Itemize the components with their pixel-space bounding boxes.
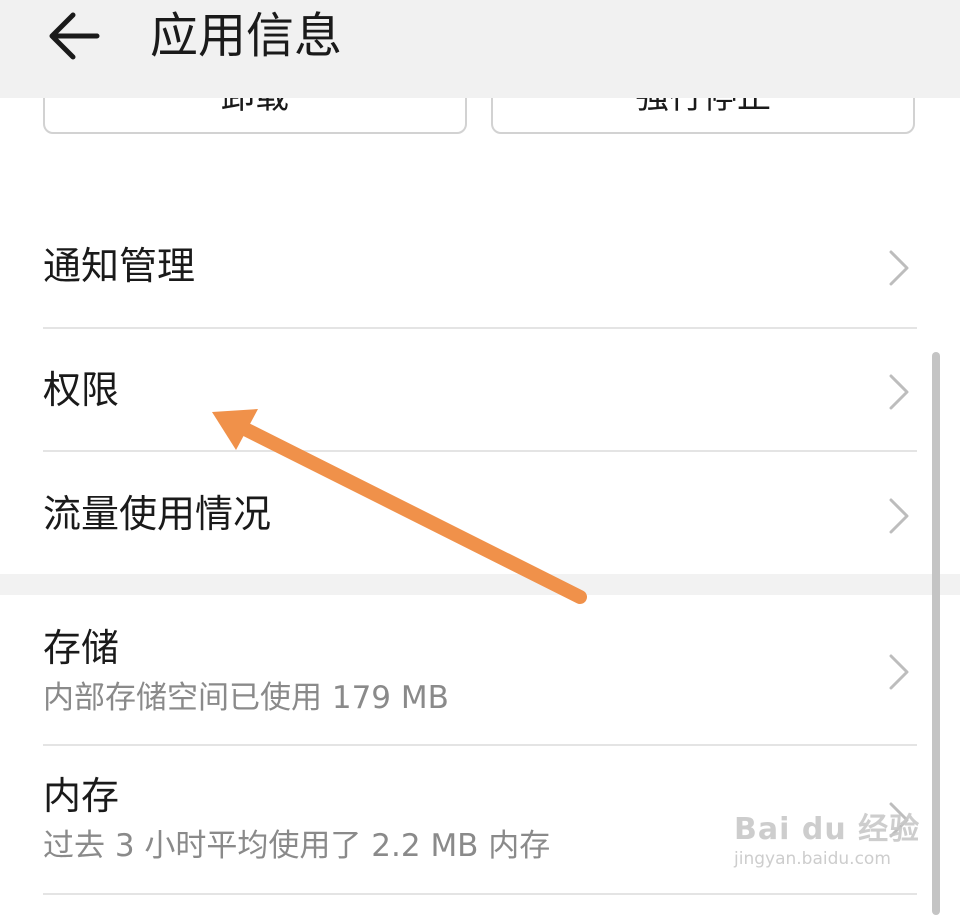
section-divider — [0, 574, 960, 595]
watermark-logo: Bai du 经验 jingyan.baidu.com — [734, 812, 921, 896]
list-item-permissions[interactable]: 权限 — [43, 366, 917, 422]
app-info-screen: 卸载 强行停止 应用信息 通知管理 权限 流量使用情况 存储 内部 — [0, 0, 960, 915]
list-item-label: 通知管理 — [43, 244, 196, 288]
arrow-left-icon — [49, 12, 100, 60]
list-item-detail: 内部存储空间已使用 179 MB — [43, 680, 449, 716]
scrollbar[interactable] — [932, 352, 940, 915]
list-item-storage[interactable]: 存储 内部存储空间已使用 179 MB — [43, 624, 917, 724]
back-button[interactable] — [40, 6, 108, 66]
chevron-right-icon — [889, 654, 909, 690]
app-bar: 应用信息 — [0, 0, 960, 98]
divider — [43, 744, 917, 746]
watermark-brand: Bai du 经验 — [734, 812, 921, 847]
divider — [43, 450, 917, 452]
list-item-notification[interactable]: 通知管理 — [43, 242, 917, 298]
divider — [43, 327, 917, 329]
chevron-right-icon — [889, 250, 909, 286]
page-title: 应用信息 — [150, 8, 343, 64]
list-item-data-usage[interactable]: 流量使用情况 — [43, 490, 917, 546]
list-item-label: 存储 — [43, 626, 120, 670]
watermark-url: jingyan.baidu.com — [734, 849, 891, 869]
chevron-right-icon — [889, 374, 909, 410]
list-item-label: 权限 — [43, 368, 120, 412]
list-item-label: 流量使用情况 — [43, 492, 272, 536]
chevron-right-icon — [889, 498, 909, 534]
